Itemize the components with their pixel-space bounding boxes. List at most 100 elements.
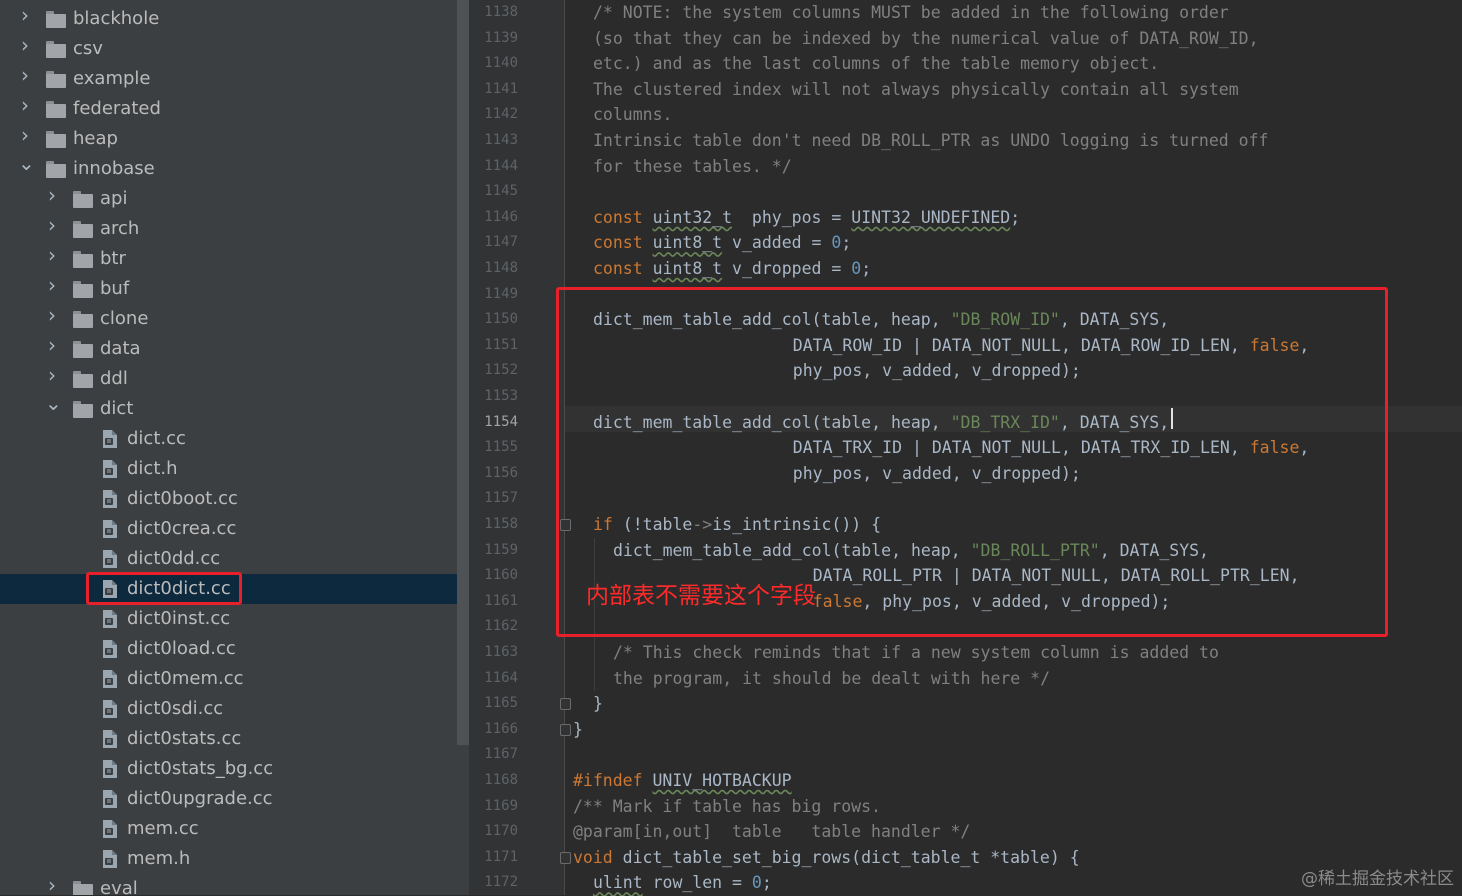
line-number: 1167 bbox=[484, 746, 518, 763]
line-number: 1154 bbox=[484, 413, 518, 430]
tree-file-dict0stats-cc[interactable]: dict0stats.cc bbox=[0, 724, 457, 754]
folder-icon bbox=[73, 281, 93, 298]
code-line[interactable]: /* This check reminds that if a new syst… bbox=[613, 640, 1219, 666]
chevron-right-icon[interactable]: › bbox=[45, 875, 59, 895]
code-line[interactable]: (so that they can be indexed by the nume… bbox=[593, 26, 1259, 52]
folder-icon bbox=[73, 191, 93, 208]
tree-folder-api[interactable]: › api bbox=[0, 184, 457, 214]
code-line[interactable]: the program, it should be dealt with her… bbox=[613, 666, 1050, 692]
tree-file-dict0sdi-cc[interactable]: dict0sdi.cc bbox=[0, 694, 457, 724]
chevron-right-icon[interactable]: › bbox=[18, 125, 32, 145]
code-line[interactable]: etc.) and as the last columns of the tab… bbox=[593, 51, 1159, 77]
tree-item-label: dict0inst.cc bbox=[127, 608, 231, 629]
code-line[interactable]: The clustered index will not always phys… bbox=[593, 77, 1239, 103]
tree-folder-data[interactable]: › data bbox=[0, 334, 457, 364]
tree-file-dict0mem-cc[interactable]: dict0mem.cc bbox=[0, 664, 457, 694]
code-line[interactable]: /** Mark if table has big rows. bbox=[573, 794, 881, 820]
chevron-right-icon[interactable]: › bbox=[18, 65, 32, 85]
tree-folder-clone[interactable]: › clone bbox=[0, 304, 457, 334]
folder-icon bbox=[73, 371, 93, 388]
chevron-right-icon[interactable]: › bbox=[45, 335, 59, 355]
tree-file-dict-cc[interactable]: dict.cc bbox=[0, 424, 457, 454]
code-line[interactable]: @param[in,out] table table handler */ bbox=[573, 819, 970, 845]
tree-folder-ddl[interactable]: › ddl bbox=[0, 364, 457, 394]
folder-icon bbox=[46, 131, 66, 148]
tree-item-label: dict.cc bbox=[127, 428, 186, 449]
tree-file-dict0stats_bg-cc[interactable]: dict0stats_bg.cc bbox=[0, 754, 457, 784]
tree-folder-innobase[interactable]: ⌄ innobase bbox=[0, 153, 457, 184]
chevron-right-icon[interactable]: › bbox=[45, 245, 59, 265]
code-line[interactable]: ulint row_len = 0; bbox=[593, 870, 772, 896]
tree-folder-btr[interactable]: › btr bbox=[0, 244, 457, 274]
fold-marker-icon[interactable] bbox=[560, 851, 571, 864]
line-number: 1145 bbox=[484, 183, 518, 200]
cpp-file-icon bbox=[101, 819, 119, 839]
tree-folder-csv[interactable]: › csv bbox=[0, 34, 457, 64]
tree-item-label: api bbox=[100, 188, 128, 209]
line-number: 1170 bbox=[484, 823, 518, 840]
line-number: 1143 bbox=[484, 132, 518, 148]
code-line[interactable]: void dict_table_set_big_rows(dict_table_… bbox=[573, 845, 1080, 871]
chevron-right-icon[interactable]: › bbox=[45, 305, 59, 325]
line-number: 1164 bbox=[484, 669, 518, 686]
code-line[interactable]: columns. bbox=[593, 102, 672, 128]
tree-scrollbar-thumb[interactable] bbox=[457, 0, 469, 745]
tree-file-mem-cc[interactable]: mem.cc bbox=[0, 814, 457, 844]
folder-icon bbox=[46, 41, 66, 58]
folder-icon bbox=[73, 401, 93, 418]
tree-folder-example[interactable]: › example bbox=[0, 64, 457, 94]
code-line[interactable]: const uint8_t v_added = 0; bbox=[593, 230, 851, 256]
tree-file-dict0upgrade-cc[interactable]: dict0upgrade.cc bbox=[0, 784, 457, 814]
line-number: 1160 bbox=[484, 567, 518, 584]
chevron-down-icon[interactable]: ⌄ bbox=[45, 393, 62, 413]
chevron-right-icon[interactable]: › bbox=[18, 95, 32, 115]
code-line[interactable]: const uint32_t phy_pos = UINT32_UNDEFINE… bbox=[593, 205, 1020, 231]
tree-file-dict0boot-cc[interactable]: dict0boot.cc bbox=[0, 484, 457, 514]
chevron-right-icon[interactable]: › bbox=[18, 5, 32, 25]
fold-marker-icon[interactable] bbox=[560, 723, 571, 736]
code-line[interactable]: for these tables. */ bbox=[593, 154, 792, 180]
tree-file-dict-h[interactable]: dict.h bbox=[0, 454, 457, 484]
tree-folder-federated[interactable]: › federated bbox=[0, 94, 457, 124]
tree-item-label: heap bbox=[73, 128, 118, 149]
tree-file-dict0load-cc[interactable]: dict0load.cc bbox=[0, 634, 457, 664]
line-number: 1162 bbox=[484, 618, 518, 635]
fold-marker-icon[interactable] bbox=[560, 698, 571, 711]
tree-file-mem-h[interactable]: mem.h bbox=[0, 844, 457, 874]
code-line[interactable]: #ifndef UNIV_HOTBACKUP bbox=[573, 768, 792, 794]
tree-folder-heap[interactable]: › heap bbox=[0, 124, 457, 154]
code-line[interactable]: } bbox=[573, 717, 583, 743]
line-number: 1166 bbox=[484, 720, 518, 737]
chevron-right-icon[interactable]: › bbox=[45, 215, 59, 235]
code-line[interactable]: } bbox=[593, 691, 603, 717]
tree-file-dict0crea-cc[interactable]: dict0crea.cc bbox=[0, 514, 457, 544]
tree-item-label: mem.cc bbox=[127, 818, 199, 839]
line-number: 1165 bbox=[484, 695, 518, 712]
cpp-file-icon bbox=[101, 429, 119, 449]
code-line[interactable]: Intrinsic table don't need DB_ROLL_PTR a… bbox=[593, 128, 1269, 154]
chevron-down-icon[interactable]: ⌄ bbox=[18, 153, 35, 173]
chevron-right-icon[interactable]: › bbox=[45, 275, 59, 295]
code-line[interactable]: /* NOTE: the system columns MUST be adde… bbox=[593, 0, 1229, 26]
tree-folder-blackhole[interactable]: › blackhole bbox=[0, 4, 457, 34]
chevron-right-icon[interactable]: › bbox=[45, 185, 59, 205]
file-highlight-box bbox=[86, 572, 242, 605]
tree-folder-buf[interactable]: › buf bbox=[0, 274, 457, 304]
line-number: 1172 bbox=[484, 874, 518, 891]
tree-file-dict0inst-cc[interactable]: dict0inst.cc bbox=[0, 604, 457, 634]
tree-folder-dict[interactable]: ⌄ dict bbox=[0, 393, 457, 424]
line-number: 1142 bbox=[484, 106, 518, 123]
chevron-right-icon[interactable]: › bbox=[45, 365, 59, 385]
chevron-right-icon[interactable]: › bbox=[18, 35, 32, 55]
tree-file-dict0dd-cc[interactable]: dict0dd.cc bbox=[0, 544, 457, 574]
line-number: 1163 bbox=[484, 644, 518, 660]
tree-folder-arch[interactable]: › arch bbox=[0, 214, 457, 244]
cpp-file-icon bbox=[101, 489, 119, 509]
tree-item-label: arch bbox=[100, 218, 140, 239]
tree-item-label: dict0stats_bg.cc bbox=[127, 758, 274, 779]
cpp-file-icon bbox=[101, 729, 119, 749]
tree-folder-eval[interactable]: › eval bbox=[0, 874, 457, 895]
code-line[interactable]: const uint8_t v_dropped = 0; bbox=[593, 256, 871, 282]
line-number: 1144 bbox=[484, 157, 518, 174]
folder-icon bbox=[73, 881, 93, 895]
